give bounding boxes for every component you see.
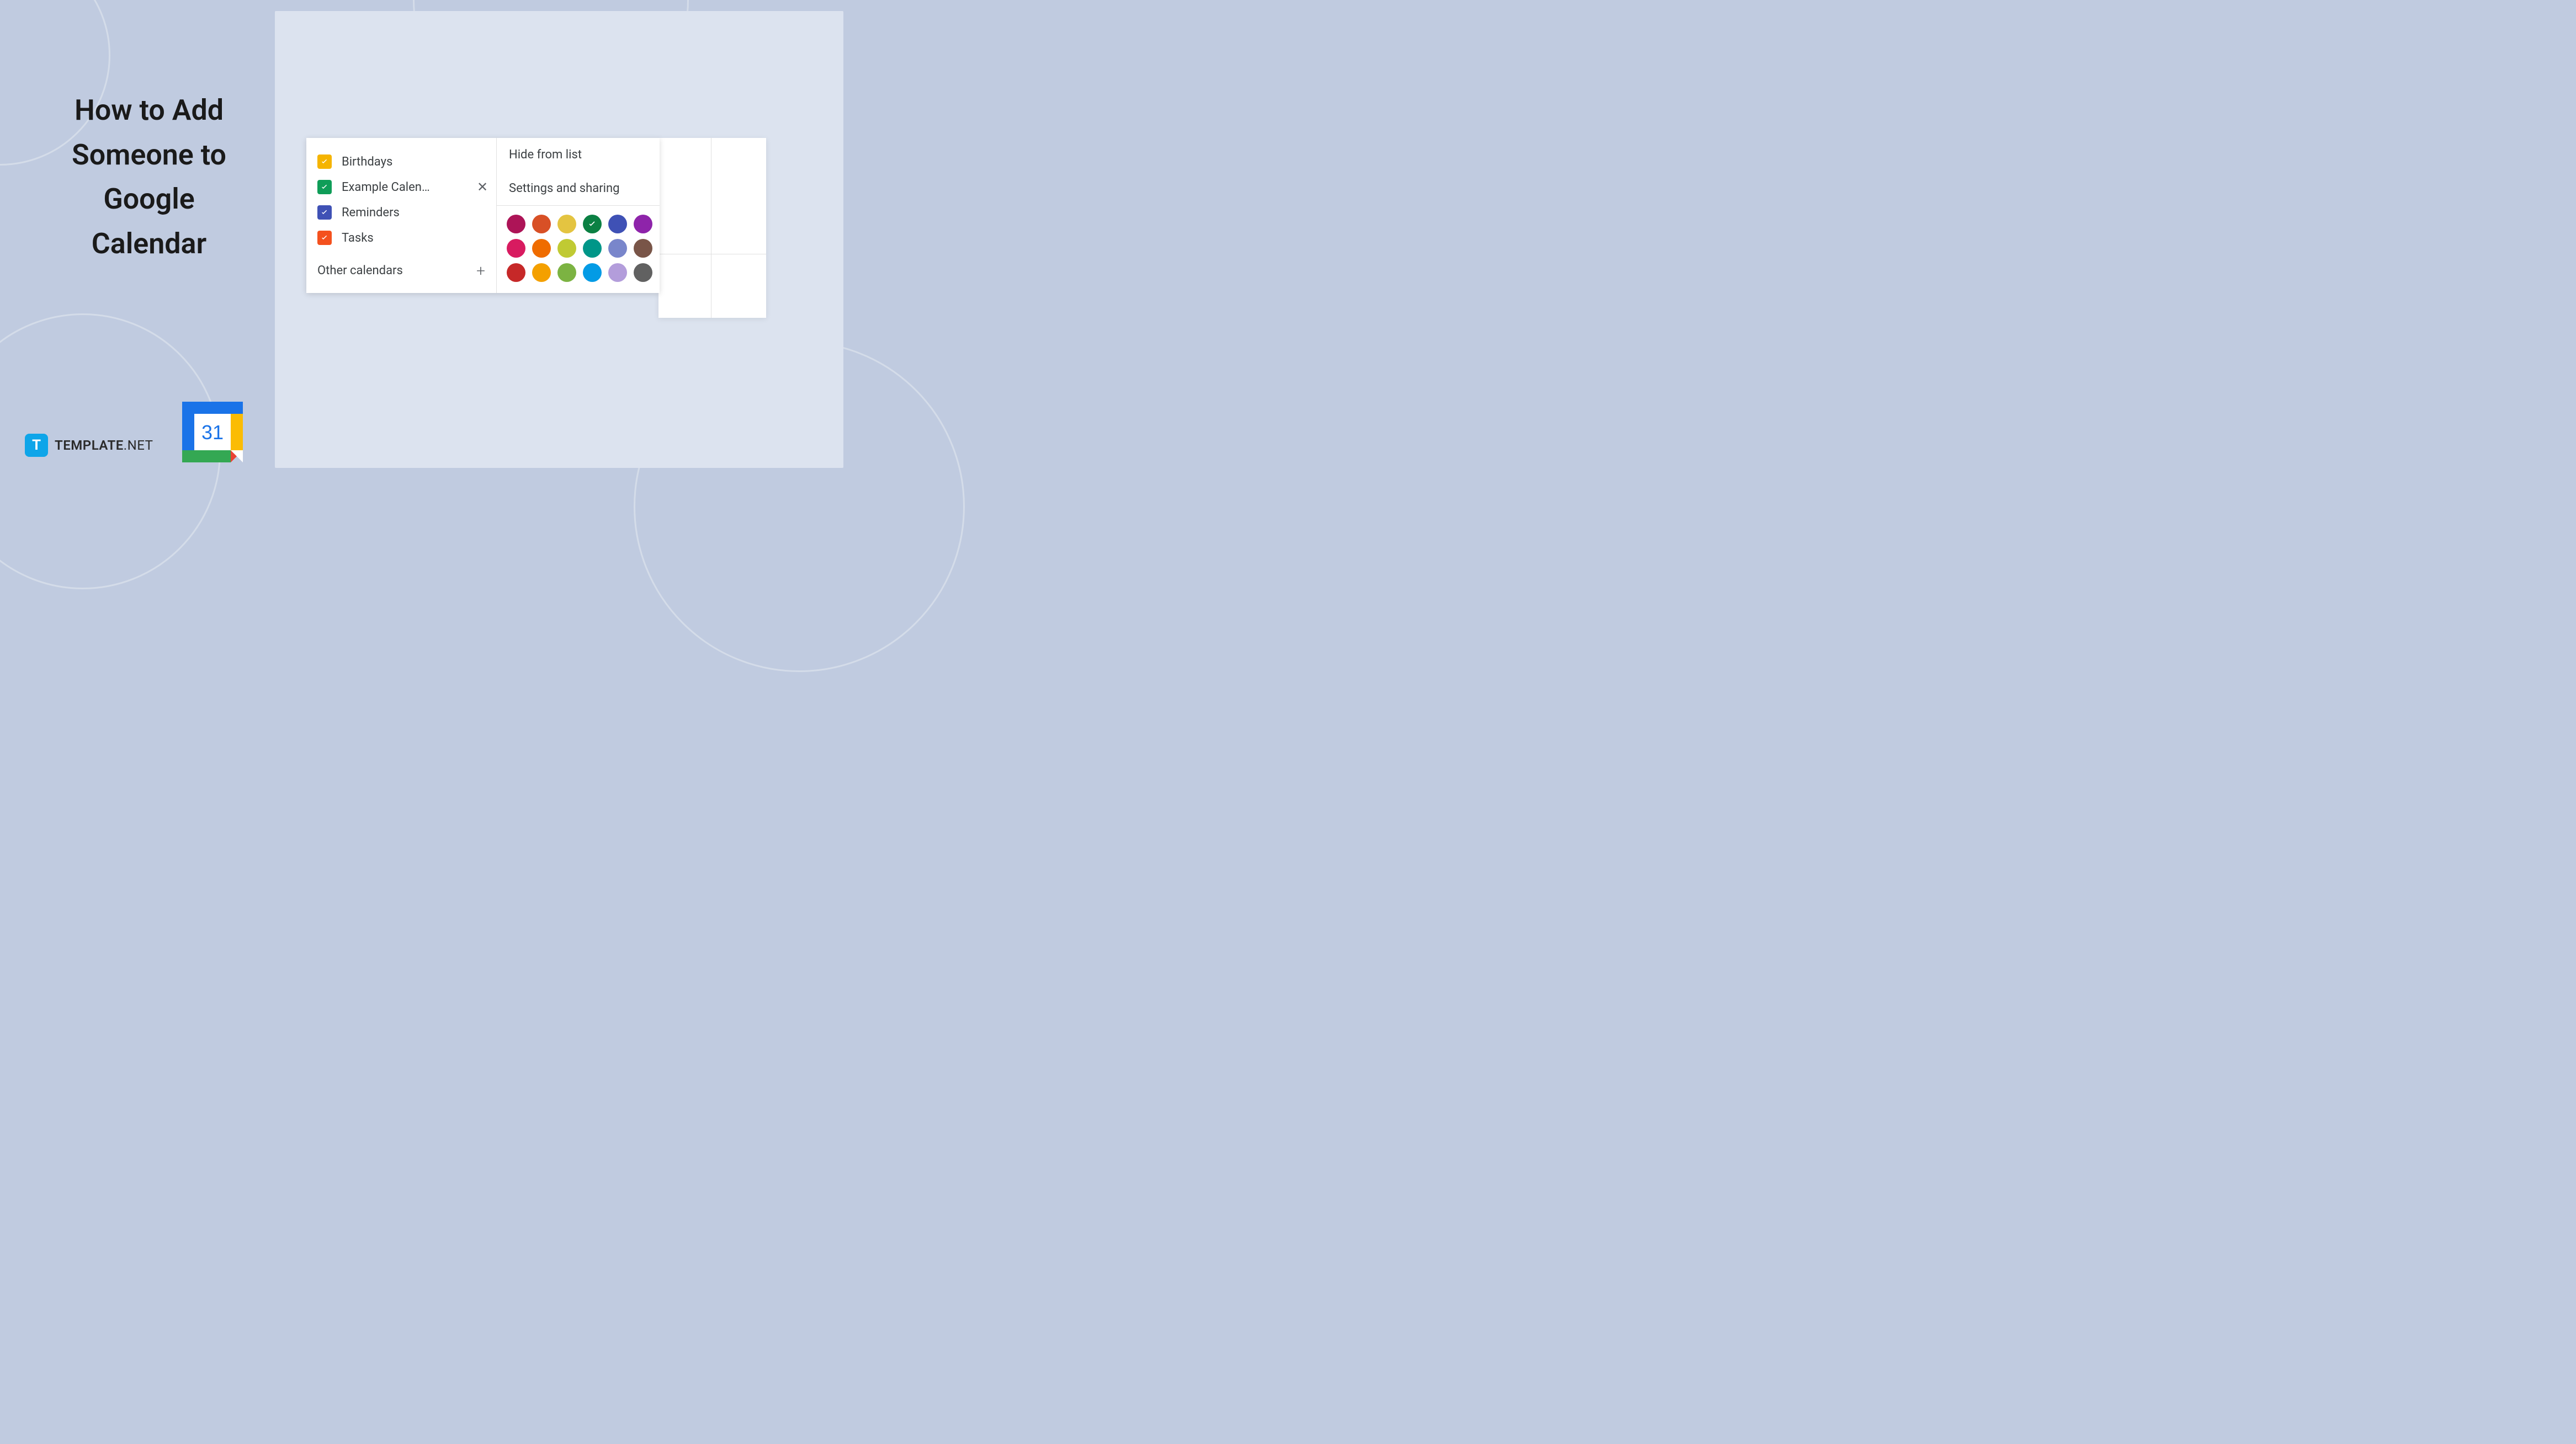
checkbox-icon[interactable] xyxy=(317,180,332,194)
brand-logo: T TEMPLATE.NET xyxy=(25,434,153,457)
calendar-item-tasks[interactable]: Tasks xyxy=(317,225,491,251)
calendar-grid-background xyxy=(658,138,766,318)
other-calendars-row[interactable]: Other calendars + xyxy=(317,262,491,280)
color-swatch[interactable] xyxy=(507,263,525,282)
menu-hide-from-list[interactable]: Hide from list xyxy=(497,138,660,172)
brand-suffix: .NET xyxy=(124,438,153,453)
color-swatch[interactable] xyxy=(634,215,652,233)
calendar-list-panel: Birthdays Example Calen… ✕ Reminders Tas… xyxy=(306,138,497,293)
color-swatch-selected[interactable] xyxy=(583,215,602,233)
color-swatch[interactable] xyxy=(608,239,627,258)
menu-settings-sharing[interactable]: Settings and sharing xyxy=(497,172,660,205)
checkbox-icon[interactable] xyxy=(317,154,332,169)
calendar-item-birthdays[interactable]: Birthdays xyxy=(317,149,491,174)
color-swatch[interactable] xyxy=(608,215,627,233)
color-swatch[interactable] xyxy=(608,263,627,282)
color-swatch[interactable] xyxy=(557,215,576,233)
color-swatch[interactable] xyxy=(557,263,576,282)
svg-text:31: 31 xyxy=(201,421,224,444)
calendar-item-reminders[interactable]: Reminders xyxy=(317,200,491,225)
color-swatch[interactable] xyxy=(634,239,652,258)
google-calendar-icon: 31 xyxy=(182,402,243,462)
color-swatch[interactable] xyxy=(507,239,525,258)
calendar-options-popup: Birthdays Example Calen… ✕ Reminders Tas… xyxy=(306,138,660,293)
color-swatch[interactable] xyxy=(507,215,525,233)
color-picker-grid xyxy=(497,206,660,293)
calendar-label: Reminders xyxy=(342,206,491,220)
options-panel: Hide from list Settings and sharing xyxy=(497,138,660,293)
calendar-item-example[interactable]: Example Calen… ✕ xyxy=(317,174,491,200)
color-swatch[interactable] xyxy=(583,263,602,282)
brand-logo-icon: T xyxy=(25,434,48,457)
color-swatch[interactable] xyxy=(583,239,602,258)
color-swatch[interactable] xyxy=(557,239,576,258)
color-swatch[interactable] xyxy=(532,263,551,282)
brand-name: TEMPLATE xyxy=(55,438,124,453)
other-calendars-label: Other calendars xyxy=(317,264,403,278)
plus-icon[interactable]: + xyxy=(476,262,485,280)
calendar-label: Birthdays xyxy=(342,155,491,169)
color-swatch[interactable] xyxy=(532,239,551,258)
checkbox-icon[interactable] xyxy=(317,231,332,245)
brand-logo-text: TEMPLATE.NET xyxy=(55,438,153,453)
checkbox-icon[interactable] xyxy=(317,205,332,220)
color-swatch[interactable] xyxy=(634,263,652,282)
page-title: How to Add Someone to Google Calendar xyxy=(44,88,254,266)
close-icon[interactable]: ✕ xyxy=(474,179,491,195)
color-swatch[interactable] xyxy=(532,215,551,233)
calendar-label: Example Calen… xyxy=(342,180,464,194)
calendar-label: Tasks xyxy=(342,231,491,245)
